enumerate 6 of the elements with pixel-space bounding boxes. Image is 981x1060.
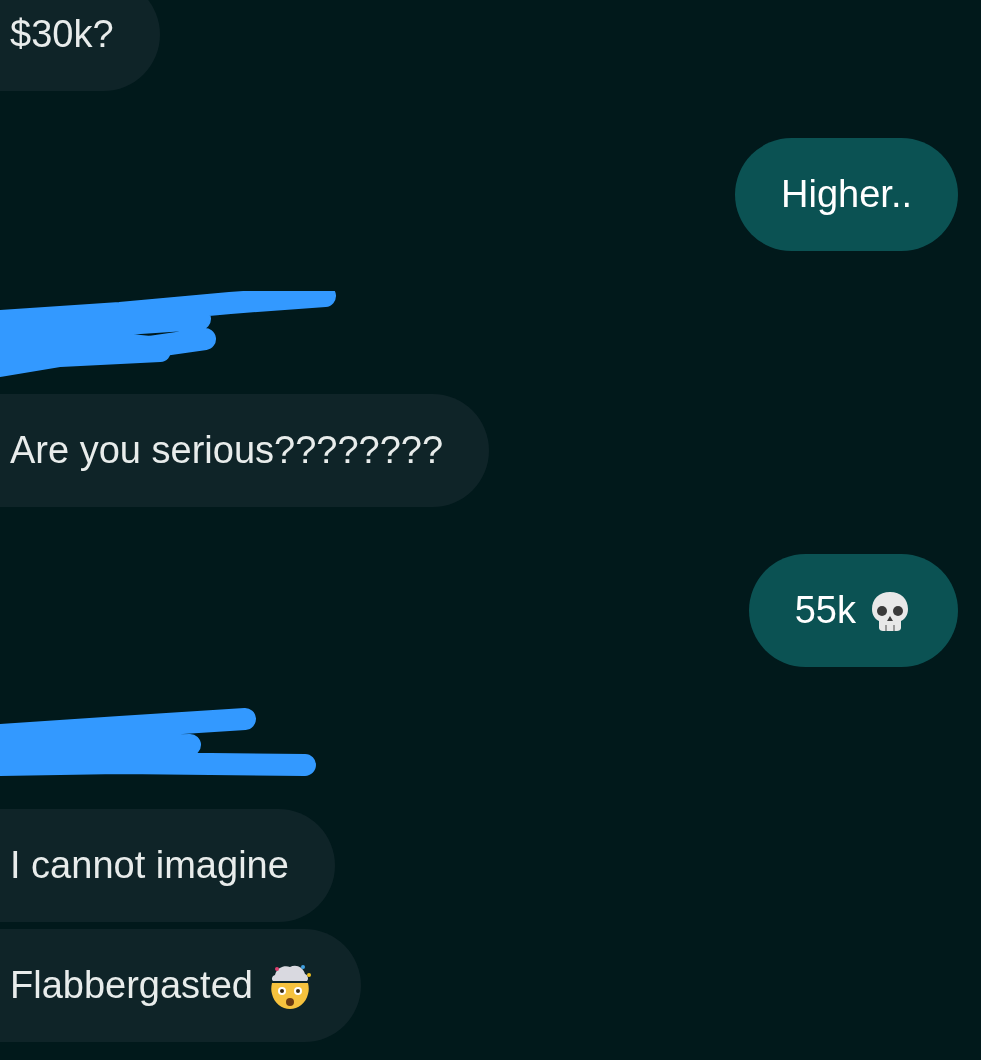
message-text: Flabbergasted [10, 963, 253, 1008]
message-text: Are you serious???????? [10, 428, 444, 473]
message-text: I cannot imagine [10, 843, 289, 888]
message-text: 55k [794, 588, 856, 633]
message-text: $30k? [10, 12, 114, 57]
message-text: Higher.. [781, 172, 912, 217]
